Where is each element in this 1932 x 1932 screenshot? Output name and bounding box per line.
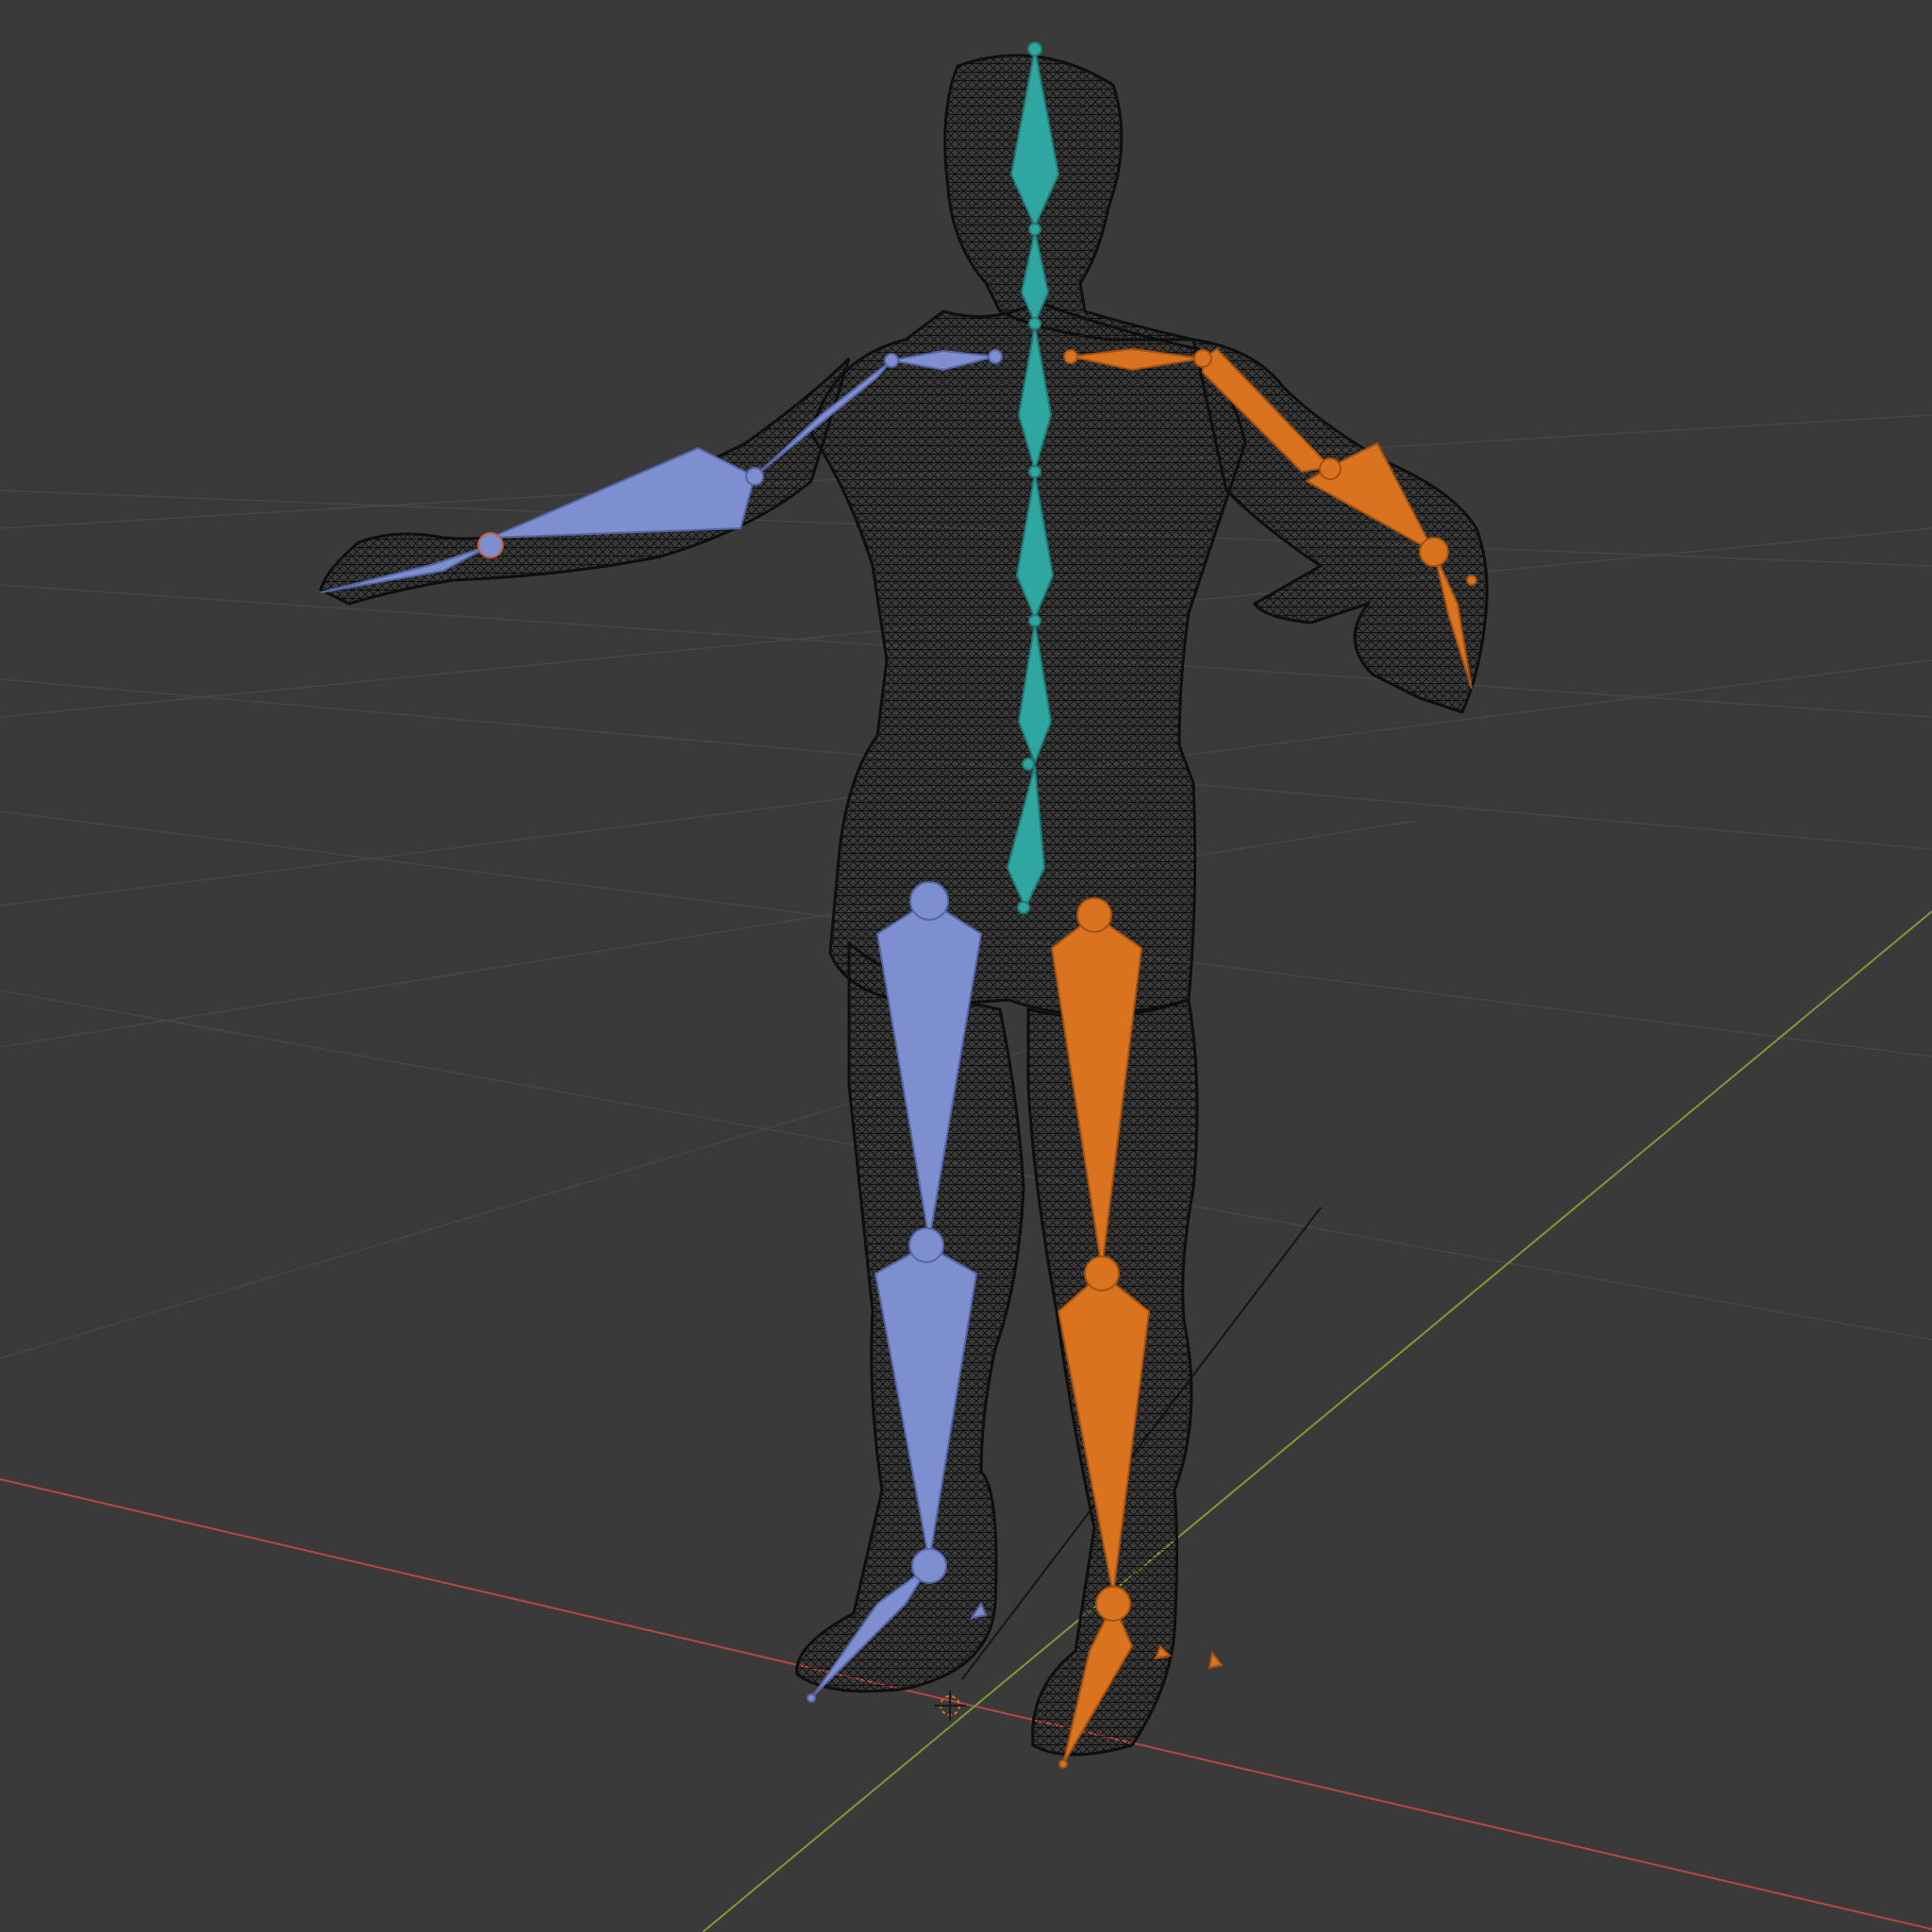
bone-forearm-l: [490, 446, 757, 539]
joint-neck: [1028, 223, 1041, 236]
joint-elbow-l: [745, 467, 764, 486]
3d-cursor-icon[interactable]: [934, 1690, 966, 1721]
joint-shoulder-r: [1063, 349, 1078, 364]
joint-spine-lower: [1022, 758, 1035, 771]
joint-hip-r: [1076, 897, 1112, 933]
joint-head-tip: [1027, 42, 1042, 57]
joint-ankle-r: [1095, 1586, 1131, 1622]
joint-ankle-l: [911, 1548, 947, 1584]
joint-chest: [1028, 317, 1041, 330]
joint-clavicle-l: [884, 353, 899, 368]
joint-hip-l: [909, 881, 949, 921]
joint-toe-l: [807, 1693, 816, 1703]
wireframe-mesh[interactable]: [319, 54, 1489, 1757]
bone-toe-r-2: [1208, 1650, 1224, 1670]
joint-spine-upper: [1028, 465, 1041, 478]
3d-viewport[interactable]: [0, 0, 1932, 1932]
joint-elbow-r: [1319, 458, 1341, 480]
joint-shoulder-l: [988, 349, 1003, 364]
joint-clavicle-r: [1193, 349, 1212, 368]
joint-finger-r: [1466, 575, 1477, 586]
joint-toe-r: [1058, 1759, 1068, 1769]
joint-spine-mid: [1028, 614, 1041, 627]
joint-wrist-l: [477, 532, 504, 558]
joint-knee-r: [1084, 1256, 1120, 1291]
joint-knee-l: [908, 1227, 944, 1263]
joint-wrist-r: [1419, 537, 1449, 567]
joint-pelvis: [1017, 901, 1030, 914]
